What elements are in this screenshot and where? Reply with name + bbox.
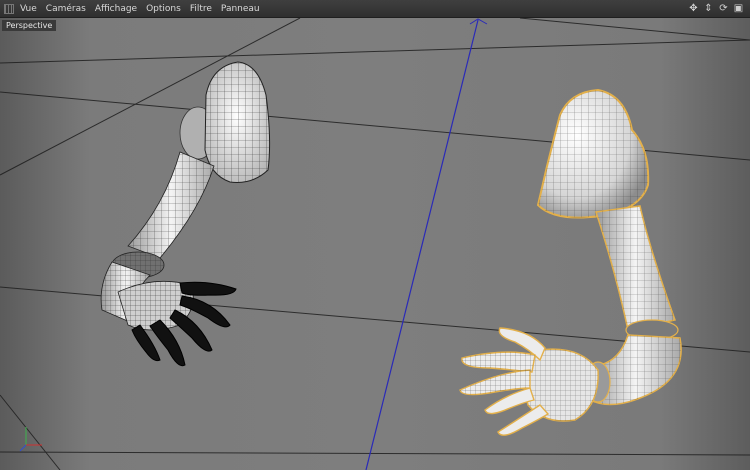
menu-filtre[interactable]: Filtre: [190, 4, 212, 14]
right-arm-model-selected: [459, 88, 682, 436]
menu-grip-icon[interactable]: [4, 3, 14, 14]
perspective-viewport[interactable]: Perspective: [0, 18, 750, 470]
rotate-view-icon[interactable]: ⟳: [718, 3, 729, 14]
scene-canvas: [0, 18, 750, 470]
menu-options[interactable]: Options: [146, 4, 181, 14]
menu-vue[interactable]: Vue: [20, 4, 37, 14]
left-arm-model: [100, 61, 271, 367]
zoom-view-icon[interactable]: ⇕: [703, 3, 714, 14]
axis-gizmo: [19, 427, 42, 452]
move-view-icon[interactable]: ✥: [688, 3, 699, 14]
menu-affichage[interactable]: Affichage: [95, 4, 137, 14]
viewport-label: Perspective: [2, 20, 57, 31]
menu-panneau[interactable]: Panneau: [221, 4, 260, 14]
maximize-view-icon[interactable]: ▣: [733, 3, 744, 14]
viewport-menubar: Vue Caméras Affichage Options Filtre Pan…: [0, 0, 750, 18]
menu-cameras[interactable]: Caméras: [46, 4, 86, 14]
y-axis-line: [365, 18, 488, 470]
